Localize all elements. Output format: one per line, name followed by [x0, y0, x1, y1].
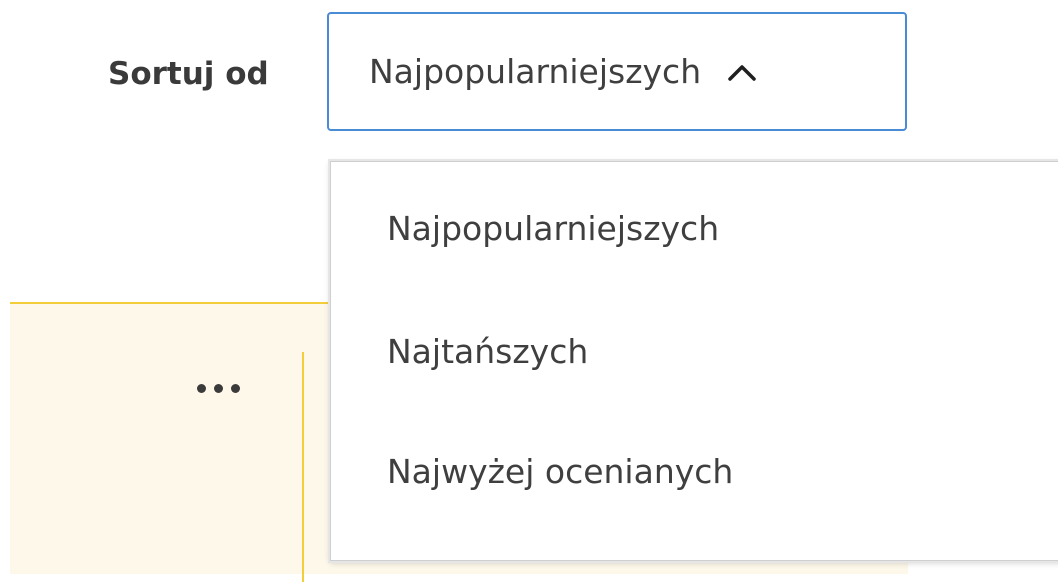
- more-dot: [230, 383, 240, 393]
- sort-label: Sortuj od: [108, 56, 269, 92]
- card-divider: [302, 352, 304, 582]
- more-horizontal-icon[interactable]: [186, 378, 250, 398]
- sort-option-most-popular[interactable]: Najpopularniejszych: [387, 199, 719, 259]
- sort-select-value: Najpopularniejszych: [369, 52, 702, 91]
- chevron-up-icon: [727, 62, 757, 82]
- sort-dropdown-menu: Najpopularniejszych Najtańszych Najwyżej…: [330, 161, 1058, 561]
- more-dot: [213, 383, 223, 393]
- sort-option-cheapest[interactable]: Najtańszych: [387, 322, 588, 382]
- more-dot: [196, 383, 206, 393]
- sort-select[interactable]: Najpopularniejszych: [327, 12, 907, 131]
- sort-option-highest-rated[interactable]: Najwyżej ocenianych: [387, 442, 733, 502]
